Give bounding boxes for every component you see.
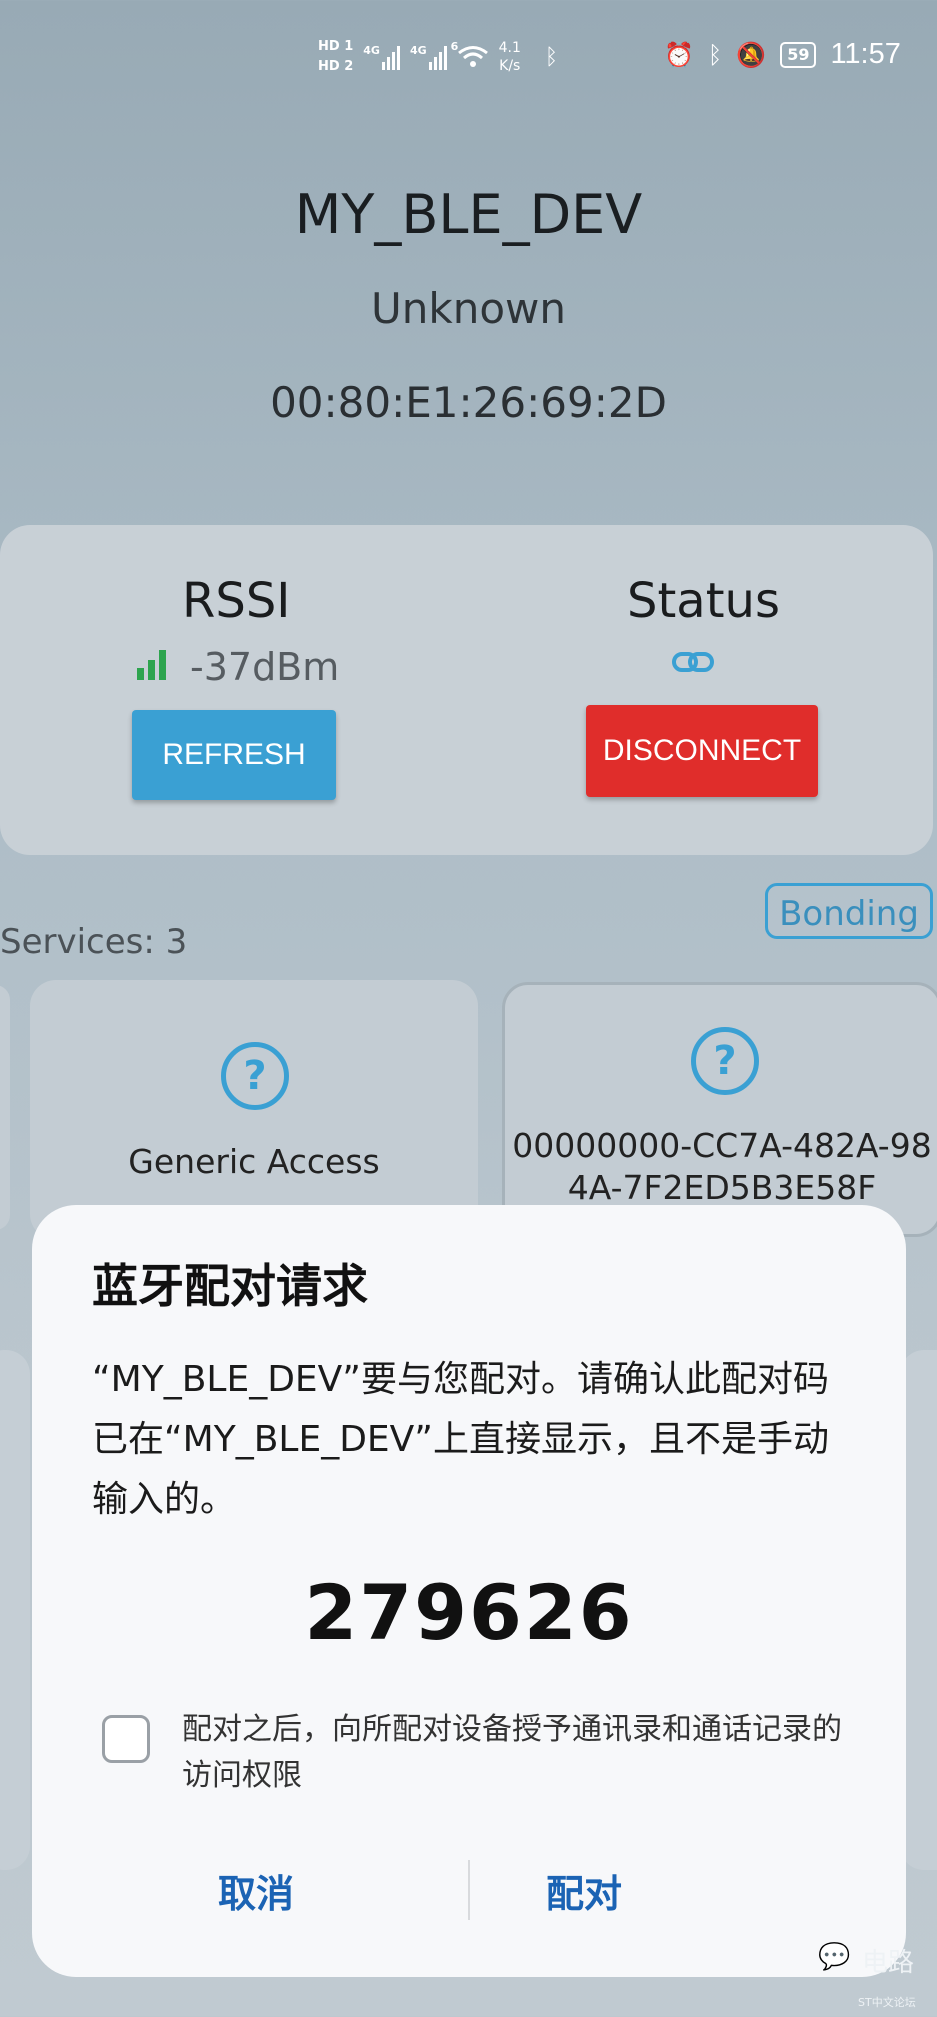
contacts-access-label[interactable]: 配对之后，向所配对设备授予通讯录和通话记录的访问权限 [182,1707,862,1799]
rssi-value: -37dBm [190,645,340,689]
hd-indicators: HD 1 HD 2 [318,38,353,76]
question-icon: ? [221,1042,289,1110]
wechat-icon: 💬 [818,1942,851,1972]
service-title: 00000000-CC7A-482A-98 4A-7F2ED5B3E58F [505,1125,937,1209]
network-type-2: 4G [409,44,427,57]
device-name: MY_BLE_DEV [294,183,643,246]
status-bar-right: ⏰ ᛒ 🔕 59 11:57 [664,38,901,71]
network-type-1: 4G [363,44,380,57]
rssi-label: RSSI [182,573,291,629]
bonding-button[interactable]: Bonding [765,883,933,939]
device-type: Unknown [371,284,566,333]
watermark-subtext: ST中文论坛 [858,1996,916,2009]
service-uuid-line-2: 4A-7F2ED5B3E58F [567,1168,877,1207]
refresh-button[interactable]: REFRESH [132,710,336,800]
status-bar-left: HD 1 HD 2 4G 4G 6 4.1 K/s ᛒ [318,32,558,82]
dialog-title: 蓝牙配对请求 [92,1259,368,1313]
question-icon: ? [691,1027,759,1095]
bluetooth-icon: ᛒ [707,40,723,69]
service-card-generic-access[interactable]: ? Generic Access [30,980,478,1240]
cell-signal-2-icon: 4G [410,44,447,70]
wifi-generation: 6 [450,40,459,53]
network-speed: 4.1 K/s [499,39,521,75]
pair-button[interactable]: 配对 [464,1863,704,1918]
mute-icon: 🔕 [736,40,767,69]
status-bar: HD 1 HD 2 4G 4G 6 4.1 K/s ᛒ ⏰ ᛒ 🔕 59 11:… [0,20,937,90]
pairing-code: 279626 [304,1568,634,1657]
dialog-message: “MY_BLE_DEV”要与您配对。请确认此配对码已在“MY_BLE_DEV”上… [92,1359,829,1520]
service-card-custom[interactable]: ? 00000000-CC7A-482A-98 4A-7F2ED5B3E58F [502,982,937,1237]
bluetooth-icon: ᛒ [544,44,559,70]
device-mac-address: 00:80:E1:26:69:2D [270,378,667,427]
rssi-signal-icon [137,648,166,680]
battery-indicator: 59 [780,41,817,68]
link-icon [671,648,715,680]
cell-signal-1-icon: 4G [363,44,400,70]
network-speed-value: 4.1 [498,40,521,56]
pairing-dialog: 蓝牙配对请求 “MY_BLE_DEV”要与您配对。请确认此配对码已在“MY_BL… [32,1205,906,1977]
service-card-partial [0,1350,30,1870]
services-count: Services: 3 [0,922,188,962]
hd2-indicator: HD 2 [318,59,354,74]
connection-card [0,525,933,855]
contacts-access-checkbox[interactable] [102,1715,150,1763]
alarm-icon: ⏰ [664,40,694,69]
hd1-indicator: HD 1 [318,39,354,54]
service-uuid-line-1: 00000000-CC7A-482A-98 [512,1126,932,1165]
status-label: Status [627,573,780,629]
watermark-label: 电路 [862,1948,915,1978]
service-title: Generic Access [128,1142,380,1181]
clock: 11:57 [830,38,901,70]
disconnect-button[interactable]: DISCONNECT [586,705,818,797]
network-speed-unit: K/s [499,58,521,74]
service-card-partial[interactable] [0,985,10,1230]
wifi-icon: 6 [451,40,489,70]
cancel-button[interactable]: 取消 [136,1863,376,1918]
